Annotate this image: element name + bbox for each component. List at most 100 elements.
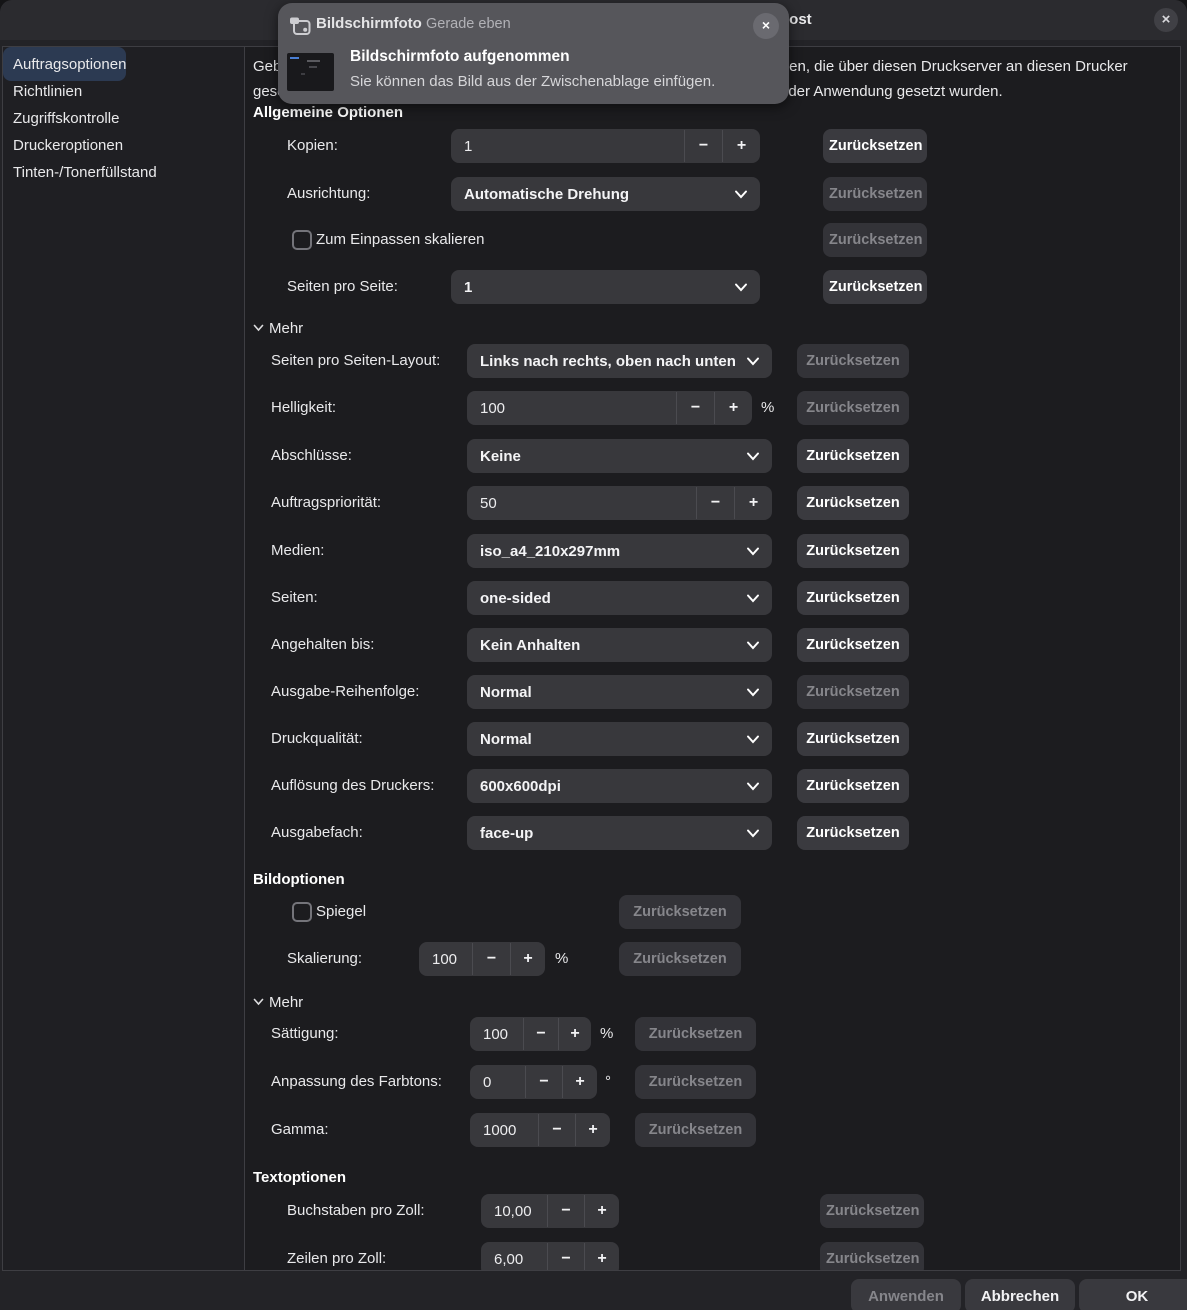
section-header-text: Textoptionen [253,1169,346,1186]
close-icon[interactable]: × [1154,8,1178,32]
increment-button[interactable]: + [714,392,752,424]
copies-spinbox[interactable]: 1 − + [451,129,760,163]
more-expander[interactable]: Mehr [253,318,303,338]
scaling-spinbox[interactable]: 100 − + [419,942,545,976]
option-label: Abschlüsse: [271,439,352,473]
option-label: Auftragspriorität: [271,486,381,520]
increment-button[interactable]: + [734,487,772,519]
decrement-button[interactable]: − [684,130,722,162]
reset-button[interactable]: Zurücksetzen [797,534,909,568]
toast-app-name: Bildschirmfoto [316,15,422,32]
spin-value[interactable]: 100 [419,951,472,968]
sidebar-item-richtlinien[interactable]: Richtlinien [3,78,244,105]
checkbox[interactable] [292,902,312,922]
finishings-select[interactable]: Keine [467,439,772,473]
decrement-button[interactable]: − [538,1114,575,1146]
gamma-spinbox[interactable]: 1000 − + [470,1113,610,1147]
decrement-button[interactable]: − [523,1018,558,1050]
lpi-spinbox[interactable]: 6,00 − + [481,1242,619,1270]
chevron-down-icon [746,547,760,556]
spin-value[interactable]: 1000 [470,1122,538,1139]
increment-button[interactable]: + [510,943,545,975]
chevron-down-icon [746,641,760,650]
sidebar-item-tonerfuellstand[interactable]: Tinten-/Tonerfüllstand [3,159,244,186]
decrement-button[interactable]: − [472,943,510,975]
increment-button[interactable]: + [584,1243,619,1270]
decrement-button[interactable]: − [547,1243,584,1270]
reset-button[interactable]: Zurücksetzen [797,581,909,615]
sidebar-item-zugriffskontrolle[interactable]: Zugriffskontrolle [3,105,244,132]
row-hue-adjustment: Anpassung des Farbtons: 0 − + ° Zurückse… [253,1065,1173,1099]
increment-button[interactable]: + [558,1018,591,1050]
spin-value[interactable]: 100 [467,400,676,417]
reset-button: Zurücksetzen [635,1113,756,1147]
row-page-layout: Seiten pro Seiten-Layout: Links nach rec… [253,344,1173,378]
select-value: 600x600dpi [467,778,746,795]
select-value: Normal [467,684,746,701]
checkbox-label[interactable]: Spiegel [316,895,366,929]
decrement-button[interactable]: − [696,487,734,519]
hue-spinbox[interactable]: 0 − + [470,1065,597,1099]
reset-button[interactable]: Zurücksetzen [823,129,927,163]
output-bin-select[interactable]: face-up [467,816,772,850]
orientation-select[interactable]: Automatische Drehung [451,177,760,211]
reset-button[interactable]: Zurücksetzen [797,769,909,803]
reset-button[interactable]: Zurücksetzen [797,722,909,756]
output-order-select[interactable]: Normal [467,675,772,709]
reset-button: Zurücksetzen [823,177,927,211]
sidebar-item-druckeroptionen[interactable]: Druckeroptionen [3,132,244,159]
reset-button: Zurücksetzen [797,391,909,425]
increment-button[interactable]: + [584,1195,619,1227]
option-label: Sättigung: [271,1017,339,1051]
cpi-spinbox[interactable]: 10,00 − + [481,1194,619,1228]
ok-button[interactable]: OK [1079,1279,1187,1310]
printer-resolution-select[interactable]: 600x600dpi [467,769,772,803]
decrement-button[interactable]: − [547,1195,584,1227]
hold-until-select[interactable]: Kein Anhalten [467,628,772,662]
unit-suffix: % [600,1017,613,1051]
spin-value[interactable]: 6,00 [481,1251,547,1268]
chevron-down-icon [746,829,760,838]
section-header-image: Bildoptionen [253,871,345,888]
saturation-spinbox[interactable]: 100 − + [470,1017,591,1051]
print-quality-select[interactable]: Normal [467,722,772,756]
cancel-button[interactable]: Abbrechen [965,1279,1075,1310]
chevron-down-icon [746,452,760,461]
option-label: Angehalten bis: [271,628,374,662]
row-saturation: Sättigung: 100 − + % Zurücksetzen [253,1017,1173,1051]
sides-select[interactable]: one-sided [467,581,772,615]
option-label: Anpassung des Farbtons: [271,1065,442,1099]
row-chars-per-inch: Buchstaben pro Zoll: 10,00 − + Zurückset… [253,1194,1173,1228]
job-priority-spinbox[interactable]: 50 − + [467,486,772,520]
notification-toast[interactable]: Bildschirmfoto Gerade eben × Bildschirmf… [278,3,789,104]
more-expander[interactable]: Mehr [253,992,303,1012]
close-icon[interactable]: × [753,13,779,39]
sidebar-item-auftragsoptionen[interactable]: Auftragsoptionen [3,47,126,81]
spin-value[interactable]: 1 [451,138,684,155]
page-layout-select[interactable]: Links nach rechts, oben nach unten [467,344,772,378]
decrement-button[interactable]: − [525,1066,562,1098]
checkbox[interactable] [292,230,312,250]
media-select[interactable]: iso_a4_210x297mm [467,534,772,568]
pages-per-side-select[interactable]: 1 [451,270,760,304]
spin-value[interactable]: 100 [470,1026,523,1043]
reset-button: Zurücksetzen [823,223,927,257]
spin-value[interactable]: 50 [467,495,696,512]
reset-button[interactable]: Zurücksetzen [797,628,909,662]
spin-value[interactable]: 0 [470,1074,525,1091]
decrement-button[interactable]: − [676,392,714,424]
increment-button[interactable]: + [562,1066,597,1098]
spin-value[interactable]: 10,00 [481,1203,547,1220]
reset-button[interactable]: Zurücksetzen [797,816,909,850]
checkbox-label[interactable]: Zum Einpassen skalieren [316,223,484,257]
increment-button[interactable]: + [722,130,760,162]
increment-button[interactable]: + [575,1114,610,1146]
brightness-spinbox[interactable]: 100 − + [467,391,752,425]
reset-button[interactable]: Zurücksetzen [797,439,909,473]
reset-button[interactable]: Zurücksetzen [823,270,927,304]
screenshot-icon [289,16,311,36]
screenshot-thumbnail[interactable] [287,53,334,91]
toast-title: Bildschirmfoto aufgenommen [350,48,570,66]
row-media: Medien: iso_a4_210x297mm Zurücksetzen [253,534,1173,568]
reset-button[interactable]: Zurücksetzen [797,486,909,520]
